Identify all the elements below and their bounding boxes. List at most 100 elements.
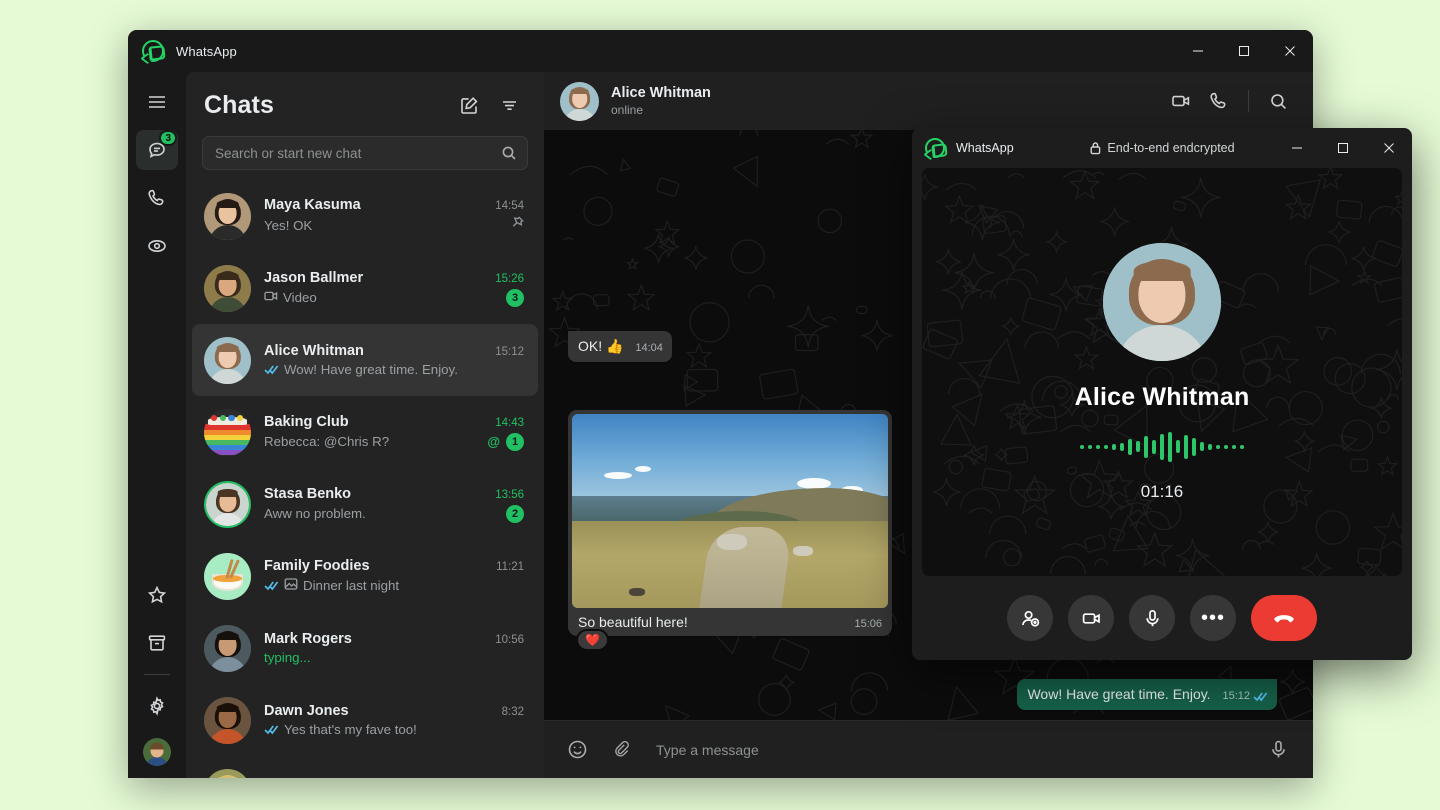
chat-name: Dawn Jones	[264, 703, 349, 719]
call-duration: 01:16	[1141, 482, 1184, 502]
message-input[interactable]	[656, 742, 1251, 758]
read-receipt-icon	[1253, 691, 1268, 702]
chat-timestamp: 13:56	[487, 489, 524, 501]
voice-message-button[interactable]	[1261, 733, 1295, 767]
minimize-button[interactable]	[1175, 30, 1221, 72]
call-minimize-button[interactable]	[1274, 128, 1320, 169]
add-participant-button[interactable]	[1007, 595, 1053, 641]
waveform-bar	[1216, 445, 1220, 449]
avatar	[204, 193, 251, 240]
emoji-button[interactable]	[560, 733, 594, 767]
sidebar-item-status[interactable]	[136, 226, 178, 266]
chat-list-item[interactable]: Maya Kasuma14:54Yes! OK	[192, 180, 538, 252]
call-close-button[interactable]	[1366, 128, 1412, 169]
avatar	[204, 265, 251, 312]
chat-preview-text: Wow! Have great time. Enjoy.	[284, 362, 458, 377]
contact-avatar[interactable]	[560, 82, 599, 121]
call-app-title: WhatsApp	[956, 141, 1014, 155]
chat-list-item[interactable]: Ziggy Woodley8:12	[192, 756, 538, 778]
chat-name: Baking Club	[264, 414, 349, 430]
message-text: Wow! Have great time. Enjoy.	[1027, 686, 1210, 702]
rail-divider	[144, 674, 170, 675]
search-input[interactable]	[215, 146, 501, 161]
waveform-bar	[1128, 439, 1132, 455]
filter-chats-button[interactable]	[492, 88, 526, 122]
profile-avatar[interactable]	[143, 738, 171, 766]
chat-list-item[interactable]: Dawn Jones 8:32 Yes that's my fave too!	[192, 684, 538, 756]
call-maximize-button[interactable]	[1320, 128, 1366, 169]
chat-timestamp: 8:32	[494, 706, 524, 718]
read-receipt-icon	[264, 724, 279, 735]
waveform-bar	[1200, 442, 1204, 451]
sidebar-item-starred[interactable]	[136, 575, 178, 615]
avatar	[206, 483, 249, 526]
search-icon	[501, 145, 517, 161]
unread-badge: 3	[506, 289, 524, 307]
attach-button[interactable]	[604, 733, 638, 767]
chat-preview-text: Yes! OK	[264, 218, 312, 233]
waveform-bar	[1176, 440, 1180, 453]
video-call-button[interactable]	[1164, 84, 1198, 118]
new-chat-button[interactable]	[452, 88, 486, 122]
message-text: OK! 👍	[578, 338, 623, 354]
chat-list-item[interactable]: Jason Ballmer15:26Video3	[192, 252, 538, 324]
call-background-pattern	[922, 168, 1402, 576]
message-bubble-incoming[interactable]: OK! 👍 14:04	[568, 331, 672, 362]
chats-unread-badge: 3	[159, 130, 177, 146]
message-meta: 15:12	[1222, 687, 1268, 706]
chat-preview: Yes that's my fave too!	[264, 722, 417, 737]
chat-name: Alice Whitman	[264, 343, 364, 359]
message-photo[interactable]	[572, 414, 888, 608]
video-icon	[264, 290, 278, 305]
menu-button[interactable]	[136, 82, 178, 122]
chat-list-item[interactable]: Mark Rogers10:56typing...	[192, 612, 538, 684]
sidebar-item-calls[interactable]	[136, 178, 178, 218]
voice-call-button[interactable]	[1202, 84, 1236, 118]
avatar	[204, 337, 251, 384]
waveform-bar	[1112, 444, 1116, 450]
chat-list-item[interactable]: Alice Whitman15:12Wow! Have great time. …	[192, 324, 538, 396]
waveform-bar	[1192, 438, 1196, 456]
message-bubble-outgoing[interactable]: Wow! Have great time. Enjoy. 15:12	[1017, 679, 1277, 710]
unread-badge: 1	[506, 433, 524, 451]
search-chat-button[interactable]	[1261, 84, 1295, 118]
message-bubble-image[interactable]: So beautiful here! 15:06 ❤️	[568, 410, 892, 636]
lock-icon	[1089, 141, 1101, 155]
search-box[interactable]	[202, 136, 528, 170]
conversation-contact-name: Alice Whitman	[611, 85, 711, 101]
waveform-bar	[1120, 443, 1124, 451]
call-contact-avatar	[1103, 243, 1221, 361]
close-button[interactable]	[1267, 30, 1313, 72]
avatar	[204, 625, 251, 672]
chat-preview: Video	[264, 290, 317, 305]
message-timestamp: 15:06	[844, 618, 882, 630]
chat-list-item[interactable]: Stasa Benko13:56Aww no problem.2	[192, 468, 538, 540]
sidebar-item-settings[interactable]	[136, 686, 178, 726]
chat-list[interactable]: Maya Kasuma14:54Yes! OKJason Ballmer15:2…	[186, 180, 544, 778]
message-timestamp: 14:04	[635, 339, 663, 358]
waveform-bar	[1104, 445, 1108, 449]
sidebar-item-chats[interactable]: 3	[136, 130, 178, 170]
toggle-video-button[interactable]	[1068, 595, 1114, 641]
mention-icon: @	[487, 434, 500, 449]
more-options-button[interactable]: •••	[1190, 595, 1236, 641]
toggle-mic-button[interactable]	[1129, 595, 1175, 641]
page-title: Chats	[204, 91, 274, 120]
chat-preview-text: Video	[283, 290, 317, 305]
whatsapp-logo-icon	[142, 40, 164, 62]
chat-list-item[interactable]: Family Foodies11:21Dinner last night	[192, 540, 538, 612]
conversation-status: online	[611, 103, 711, 117]
end-call-icon	[1271, 605, 1297, 631]
maximize-button[interactable]	[1221, 30, 1267, 72]
message-timestamp: 15:12	[1222, 687, 1250, 706]
avatar	[204, 409, 251, 456]
end-call-button[interactable]	[1251, 595, 1317, 641]
waveform-bar	[1160, 434, 1164, 460]
waveform-bar	[1208, 444, 1212, 450]
sidebar-item-archived[interactable]	[136, 623, 178, 663]
chat-list-item[interactable]: Baking Club14:43Rebecca: @Chris R?@1	[192, 396, 538, 468]
call-stage: Alice Whitman 01:16	[922, 168, 1402, 576]
chat-timestamp: 14:54	[487, 200, 524, 212]
message-reaction[interactable]: ❤️	[576, 629, 609, 651]
chat-preview: Wow! Have great time. Enjoy.	[264, 362, 458, 377]
